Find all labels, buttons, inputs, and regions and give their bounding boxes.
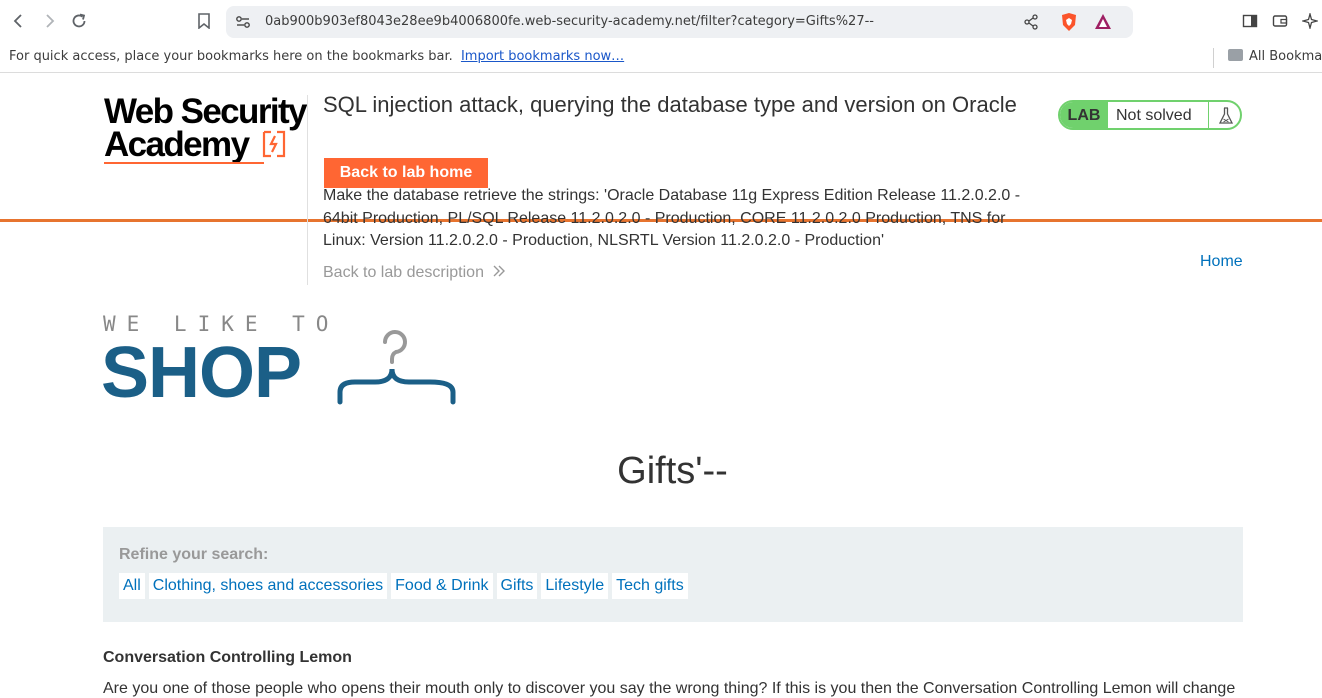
wallet-icon[interactable] <box>1271 12 1289 30</box>
double-chevron-right-icon <box>493 265 506 277</box>
folder-icon <box>1228 49 1243 61</box>
category-link-all[interactable]: All <box>119 573 145 599</box>
back-nav-icon[interactable] <box>7 9 31 33</box>
hanger-icon <box>337 330 456 405</box>
bookmark-icon[interactable] <box>192 9 216 33</box>
all-bookmarks-button[interactable]: All Bookma <box>1228 49 1322 64</box>
bookmarks-divider <box>1213 48 1214 68</box>
category-link-tech-gifts[interactable]: Tech gifts <box>612 573 688 599</box>
brave-rewards-icon[interactable] <box>1093 12 1113 32</box>
logo-line1: Web Security <box>104 92 308 131</box>
url-text[interactable]: 0ab900b903ef8043e28ee9b4006800fe.web-sec… <box>265 14 874 29</box>
flask-icon <box>1208 102 1240 128</box>
all-bookmarks-label: All Bookma <box>1249 49 1322 64</box>
browser-toolbar: 0ab900b903ef8043e28ee9b4006800fe.web-sec… <box>0 0 1322 44</box>
site-info-icon[interactable] <box>235 14 251 30</box>
lab-badge: LAB <box>1060 102 1108 128</box>
category-filter-panel: Refine your search: All Clothing, shoes … <box>103 527 1243 622</box>
category-link-clothing[interactable]: Clothing, shoes and accessories <box>148 573 388 599</box>
share-icon[interactable] <box>1023 14 1039 30</box>
bookmarks-message-text: For quick access, place your bookmarks h… <box>9 49 453 64</box>
logo-underline <box>104 162 264 164</box>
sidebar-toggle-icon[interactable] <box>1241 12 1259 30</box>
reload-icon[interactable] <box>67 9 91 33</box>
logo-line2-text: Academy <box>104 125 250 164</box>
category-link-food-drink[interactable]: Food & Drink <box>391 573 493 599</box>
category-link-lifestyle[interactable]: Lifestyle <box>541 573 609 599</box>
page-heading: Gifts'-- <box>617 450 728 492</box>
address-bar[interactable]: 0ab900b903ef8043e28ee9b4006800fe.web-sec… <box>226 6 1133 38</box>
back-to-lab-home-button[interactable]: Back to lab home <box>324 158 488 188</box>
lab-status-text: Not solved <box>1116 107 1192 124</box>
web-security-academy-logo[interactable]: Web Security Academy <box>104 92 308 164</box>
lab-status-widget: LAB Not solved <box>1058 100 1242 130</box>
bookmarks-bar: For quick access, place your bookmarks h… <box>0 44 1322 73</box>
product-description: Are you one of those people who opens th… <box>103 680 1236 697</box>
lab-title: SQL injection attack, querying the datab… <box>323 92 1017 117</box>
back-to-lab-description-link[interactable]: Back to lab description <box>323 264 506 282</box>
refine-search-label: Refine your search: <box>119 546 269 563</box>
import-bookmarks-link[interactable]: Import bookmarks now… <box>461 49 624 64</box>
header-vertical-divider <box>307 95 308 285</box>
leo-ai-icon[interactable] <box>1301 12 1319 30</box>
we-like-to-shop-logo[interactable]: WE LIKE TO SHOP <box>101 312 463 413</box>
lab-header: Web Security Academy SQL injection attac… <box>0 73 1322 289</box>
shop-brand: SHOP <box>101 333 302 413</box>
home-link[interactable]: Home <box>1200 253 1243 271</box>
back-to-lab-description-label: Back to lab description <box>323 264 484 281</box>
lab-description: Make the database retrieve the strings: … <box>323 187 1021 249</box>
category-link-gifts[interactable]: Gifts <box>496 573 538 599</box>
product-name: Conversation Controlling Lemon <box>103 649 352 666</box>
forward-nav-icon[interactable] <box>37 9 61 33</box>
logo-line2: Academy <box>104 125 306 164</box>
brave-shield-icon[interactable] <box>1059 12 1079 32</box>
bookmarks-message: For quick access, place your bookmarks h… <box>9 49 624 64</box>
logo-bolt-icon <box>262 130 285 158</box>
category-links: All Clothing, shoes and accessories Food… <box>119 573 688 599</box>
